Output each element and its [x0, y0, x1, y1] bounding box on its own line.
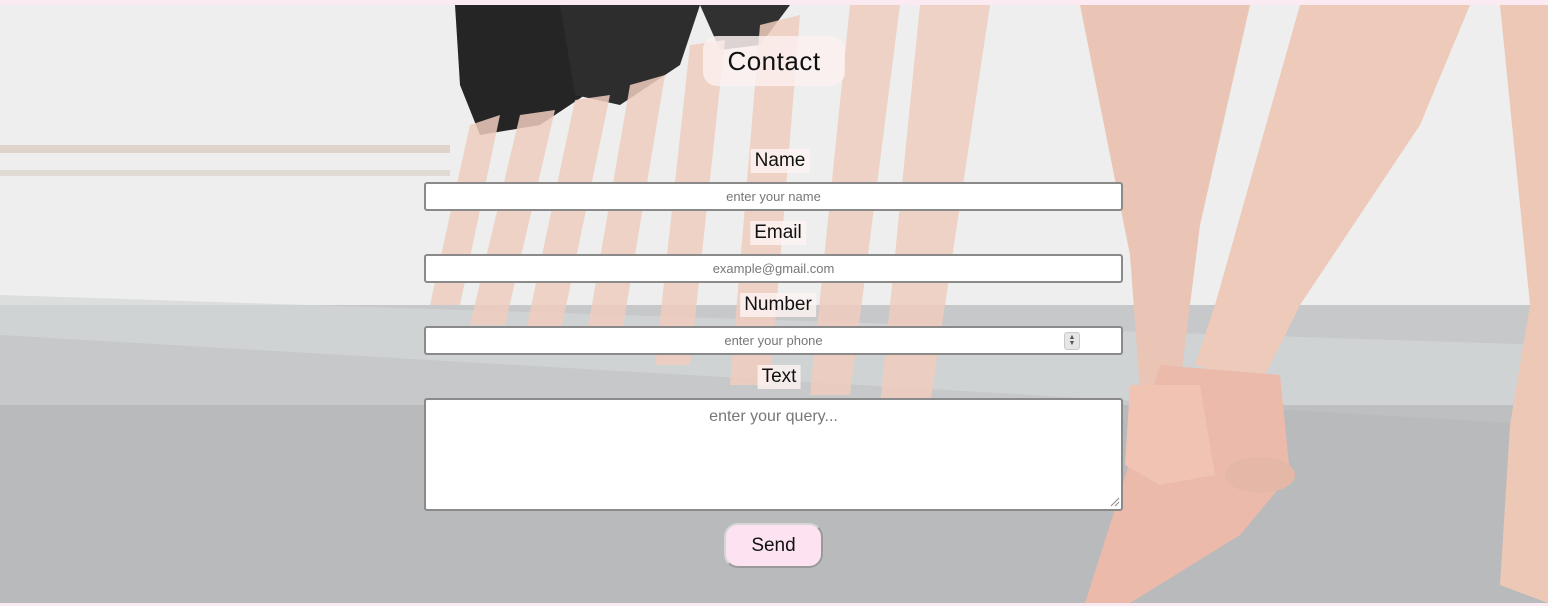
- email-label: Email: [750, 221, 806, 245]
- page-title: Contact: [703, 36, 845, 86]
- chevron-down-icon: ▼: [1068, 340, 1076, 347]
- query-textarea[interactable]: [424, 398, 1123, 511]
- name-input[interactable]: [424, 182, 1123, 211]
- send-button[interactable]: Send: [724, 523, 823, 568]
- name-label: Name: [750, 149, 810, 173]
- text-label: Text: [757, 365, 801, 389]
- phone-input[interactable]: [424, 326, 1123, 355]
- email-input[interactable]: [424, 254, 1123, 283]
- number-spinner[interactable]: ▲ ▼: [1064, 332, 1080, 350]
- number-label: Number: [740, 293, 816, 317]
- resize-grip-icon[interactable]: [1110, 497, 1120, 507]
